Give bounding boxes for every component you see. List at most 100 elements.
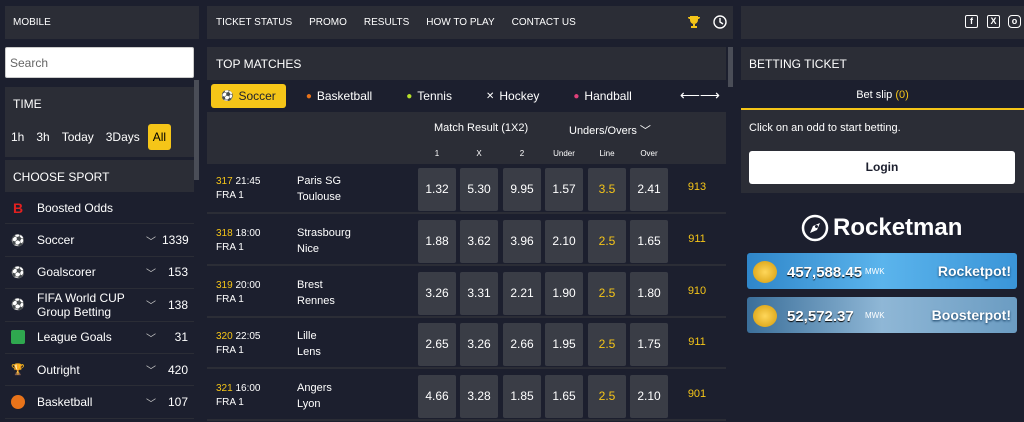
- time-all-button[interactable]: All: [147, 124, 172, 150]
- sport-item-league-goals[interactable]: League Goals ﹀ 31: [5, 322, 194, 354]
- more-markets-link[interactable]: 901: [677, 388, 717, 400]
- match-id: 319: [216, 279, 233, 291]
- nav-contact-us[interactable]: CONTACT US: [512, 17, 576, 28]
- odd-button[interactable]: 1.90: [545, 271, 583, 315]
- more-markets-link[interactable]: 913: [677, 181, 717, 193]
- market-unders-overs[interactable]: Unders/Overs ﹀: [569, 122, 651, 138]
- away-team: Lyon: [297, 398, 321, 411]
- more-markets-link[interactable]: 910: [677, 285, 717, 297]
- odd-button[interactable]: 1.32: [418, 168, 456, 211]
- odd-button[interactable]: 5.30: [460, 168, 498, 211]
- rocketpot-jackpot[interactable]: 457,588.45 MWK Rocketpot!: [747, 253, 1017, 289]
- odd-button[interactable]: 1.85: [503, 375, 541, 419]
- chevron-down-icon[interactable]: ﹀: [146, 395, 156, 410]
- search-box[interactable]: [5, 47, 194, 78]
- league-goals-icon: [11, 330, 25, 345]
- sport-item-label: FIFA World CUP Group Betting: [37, 290, 125, 319]
- odd-button[interactable]: 1.95: [545, 323, 583, 367]
- odd-button[interactable]: 1.65: [630, 219, 668, 263]
- main-scrollbar[interactable]: [728, 47, 733, 87]
- match-id-time: 319 20:00: [216, 280, 261, 291]
- nav-ticket-status[interactable]: TICKET STATUS: [216, 17, 292, 28]
- coins-icon: [753, 305, 777, 327]
- boosterpot-jackpot[interactable]: 52,572.37 MWK Boosterpot!: [747, 297, 1017, 333]
- match-time: 18:00: [235, 227, 261, 239]
- tab-handball[interactable]: ● Handball: [573, 84, 631, 108]
- time-3days-button[interactable]: 3Days: [100, 124, 146, 150]
- tab-hockey[interactable]: ✕ Hockey: [486, 84, 539, 108]
- betting-ticket: BETTING TICKET Bet slip (0) Click on an …: [741, 47, 1024, 193]
- sport-item-fifa-world-cup[interactable]: ⚽ FIFA World CUP Group Betting ﹀ 138: [5, 289, 194, 322]
- odd-button[interactable]: 1.75: [630, 323, 668, 367]
- sport-item-outright[interactable]: 🏆 Outright ﹀ 420: [5, 354, 194, 387]
- odd-button[interactable]: 2.66: [503, 323, 541, 367]
- odd-button[interactable]: 3.28: [460, 375, 498, 419]
- nav-results[interactable]: RESULTS: [364, 17, 409, 28]
- time-today-button[interactable]: Today: [56, 124, 100, 150]
- rocketman-banner[interactable]: Rocketman 457,588.45 MWK Rocketpot! 52,5…: [741, 201, 1024, 336]
- trophy-icon[interactable]: [687, 15, 701, 29]
- sport-item-label: Outright: [37, 362, 80, 377]
- chevron-down-icon[interactable]: ﹀: [146, 362, 156, 377]
- odd-button[interactable]: 3.96: [503, 219, 541, 263]
- chevron-down-icon[interactable]: ﹀: [146, 330, 156, 345]
- facebook-icon[interactable]: f: [965, 15, 978, 28]
- odd-button[interactable]: 1.57: [545, 168, 583, 211]
- odd-button[interactable]: 2.21: [503, 271, 541, 315]
- odd-button[interactable]: 2.41: [630, 168, 668, 211]
- more-markets-link[interactable]: 911: [677, 233, 717, 245]
- time-1h-button[interactable]: 1h: [5, 124, 30, 150]
- sidebar-scrollbar[interactable]: [194, 80, 199, 180]
- choose-sport-header: CHOOSE SPORT: [5, 160, 194, 192]
- handball-icon: ●: [573, 90, 580, 102]
- tab-tennis[interactable]: ● Tennis: [406, 84, 452, 108]
- chevron-down-icon[interactable]: ﹀: [146, 233, 156, 248]
- sport-item-goalscorer[interactable]: ⚽ Goalscorer ﹀ 153: [5, 257, 194, 290]
- time-3h-button[interactable]: 3h: [30, 124, 55, 150]
- arrow-right-icon[interactable]: ⟶: [700, 87, 720, 103]
- nav-how-to-play[interactable]: HOW TO PLAY: [426, 17, 494, 28]
- boosted-b-icon: B: [12, 199, 24, 216]
- odd-button[interactable]: 2.10: [630, 375, 668, 419]
- sport-item-label: Boosted Odds: [37, 200, 114, 215]
- nav-promo[interactable]: PROMO: [309, 17, 347, 28]
- odd-button[interactable]: 3.62: [460, 219, 498, 263]
- odd-button[interactable]: 2.65: [418, 323, 456, 367]
- clock-icon[interactable]: [713, 15, 727, 29]
- match-row: 320 22:05 FRA 1 Lille Lens 2.65 3.26 2.66 1.95 2…: [207, 319, 726, 370]
- tennis-ball-icon: ●: [406, 90, 413, 102]
- odd-button[interactable]: 3.26: [460, 323, 498, 367]
- tab-soccer[interactable]: ⚽ Soccer: [211, 84, 286, 108]
- bet-slip-label: Bet slip: [856, 89, 893, 101]
- odd-button[interactable]: 1.80: [630, 271, 668, 315]
- odd-button[interactable]: 3.26: [418, 271, 456, 315]
- login-button[interactable]: Login: [749, 151, 1015, 184]
- match-league: FRA 1: [216, 190, 244, 201]
- instagram-icon[interactable]: o: [1008, 15, 1021, 28]
- chevron-down-icon[interactable]: ﹀: [146, 297, 156, 312]
- search-input[interactable]: [6, 48, 193, 77]
- tab-basketball[interactable]: ● Basketball: [306, 84, 372, 108]
- sport-item-count: 420: [167, 362, 188, 377]
- odd-button[interactable]: 9.95: [503, 168, 541, 211]
- match-time: 22:05: [235, 331, 261, 343]
- odd-button[interactable]: 4.66: [418, 375, 456, 419]
- odd-button[interactable]: 1.88: [418, 219, 456, 263]
- odd-button[interactable]: 3.31: [460, 271, 498, 315]
- market-unders-overs-label: Unders/Overs: [569, 125, 637, 137]
- sport-item-soccer[interactable]: ⚽ Soccer ﹀ 1339: [5, 224, 194, 257]
- coins-icon: [753, 261, 777, 283]
- rocketman-logo: Rocketman: [801, 214, 962, 242]
- rocketpot-amount: 457,588.45: [787, 264, 863, 281]
- mobile-link[interactable]: MOBILE: [5, 6, 199, 39]
- arrow-left-icon[interactable]: ⟵: [680, 87, 700, 103]
- tabs-scroll-arrows[interactable]: ⟵⟶: [680, 87, 720, 104]
- more-markets-link[interactable]: 911: [677, 336, 717, 348]
- x-icon[interactable]: X: [987, 15, 1000, 28]
- sport-item-boosted-odds[interactable]: B Boosted Odds: [5, 192, 194, 225]
- bet-slip-tab[interactable]: Bet slip (0): [741, 80, 1024, 110]
- sport-item-basketball[interactable]: Basketball ﹀ 107: [5, 386, 194, 419]
- odd-button[interactable]: 1.65: [545, 375, 583, 419]
- chevron-down-icon[interactable]: ﹀: [146, 265, 156, 280]
- odd-button[interactable]: 2.10: [545, 219, 583, 263]
